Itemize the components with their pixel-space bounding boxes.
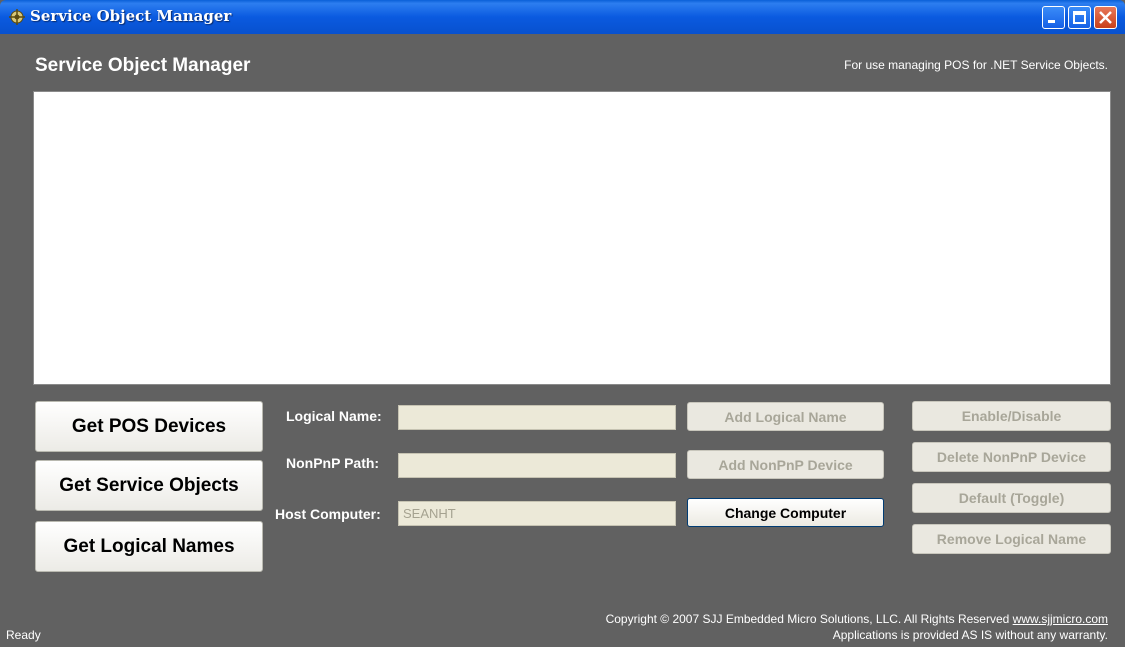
get-pos-devices-button[interactable]: Get POS Devices xyxy=(35,401,263,452)
enable-disable-button[interactable]: Enable/Disable xyxy=(912,401,1111,431)
maximize-button[interactable] xyxy=(1068,6,1091,29)
nonpnp-path-input[interactable] xyxy=(398,453,676,478)
main-window: Service Object Manager Service Object Ma… xyxy=(0,0,1125,647)
change-computer-button[interactable]: Change Computer xyxy=(687,498,884,527)
host-computer-input[interactable]: SEANHT xyxy=(398,501,676,526)
default-toggle-button[interactable]: Default (Toggle) xyxy=(912,483,1111,513)
status-text: Ready xyxy=(6,628,41,642)
maximize-icon xyxy=(1073,11,1086,24)
minimize-icon xyxy=(1048,20,1055,23)
add-nonpnp-device-button[interactable]: Add NonPnP Device xyxy=(687,450,884,479)
close-button[interactable] xyxy=(1094,6,1117,29)
results-list[interactable] xyxy=(33,91,1111,385)
delete-nonpnp-device-button[interactable]: Delete NonPnP Device xyxy=(912,442,1111,472)
remove-logical-name-button[interactable]: Remove Logical Name xyxy=(912,524,1111,554)
website-link[interactable]: www.sjjmicro.com xyxy=(1013,612,1108,626)
nonpnp-path-label: NonPnP Path: xyxy=(286,455,380,471)
get-logical-names-button[interactable]: Get Logical Names xyxy=(35,521,263,572)
copyright-block: Copyright © 2007 SJJ Embedded Micro Solu… xyxy=(606,611,1108,643)
disclaimer-text: Applications is provided AS IS without a… xyxy=(832,628,1108,642)
app-icon xyxy=(9,9,25,25)
window-title: Service Object Manager xyxy=(30,7,232,25)
close-icon xyxy=(1099,11,1112,24)
minimize-button[interactable] xyxy=(1042,6,1065,29)
copyright-line: Copyright © 2007 SJJ Embedded Micro Solu… xyxy=(606,611,1108,627)
add-logical-name-button[interactable]: Add Logical Name xyxy=(687,402,884,431)
get-service-objects-button[interactable]: Get Service Objects xyxy=(35,460,263,511)
copyright-text: Copyright © 2007 SJJ Embedded Micro Solu… xyxy=(605,612,1010,626)
host-computer-label: Host Computer: xyxy=(275,506,381,522)
title-bar[interactable]: Service Object Manager xyxy=(0,0,1125,34)
page-subtitle: For use managing POS for .NET Service Ob… xyxy=(844,58,1108,72)
page-title: Service Object Manager xyxy=(35,55,251,76)
logical-name-label: Logical Name: xyxy=(286,408,382,424)
logical-name-input[interactable] xyxy=(398,405,676,430)
